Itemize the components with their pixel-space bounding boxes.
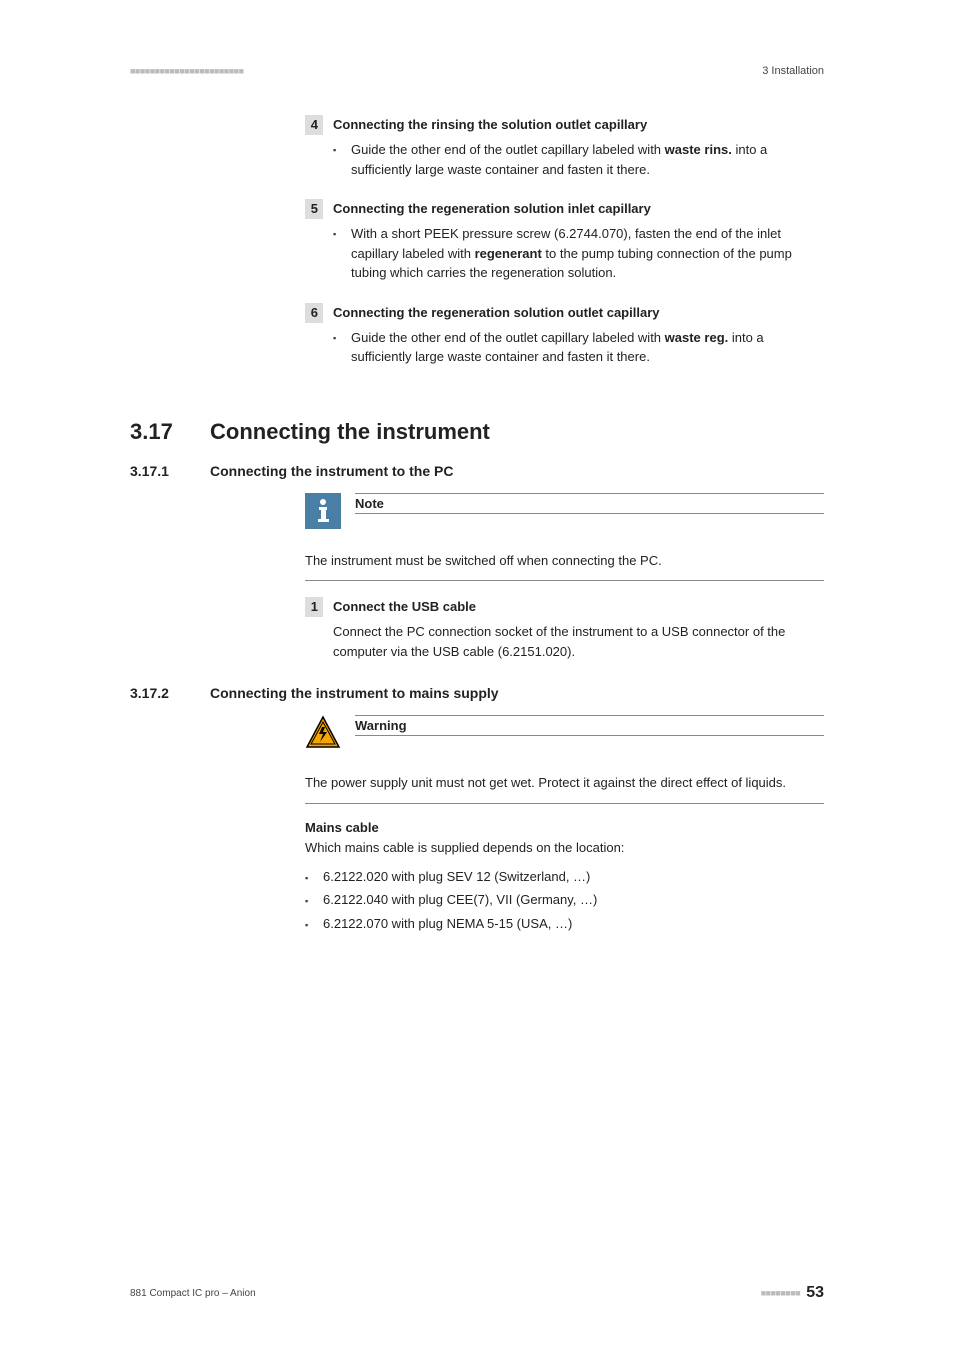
step-body: Connect the PC connection socket of the … (333, 622, 824, 661)
section-heading: 3.17 Connecting the instrument (130, 419, 824, 445)
step-number: 5 (305, 199, 323, 219)
header-section-label: 3 Installation (762, 65, 824, 77)
section-title: Connecting the instrument (210, 419, 490, 445)
subsection-heading-2: 3.17.2 Connecting the instrument to main… (130, 685, 824, 701)
step-number: 6 (305, 303, 323, 323)
step-number: 4 (305, 115, 323, 135)
step-body-item: Guide the other end of the outlet capill… (351, 140, 824, 179)
step-title: Connecting the regeneration solution inl… (333, 199, 651, 219)
warning-label: Warning (355, 715, 824, 736)
usb-step: 1 Connect the USB cable Connect the PC c… (305, 597, 824, 661)
mains-intro: Which mains cable is supplied depends on… (305, 838, 824, 858)
cable-item: 6.2122.020 with plug SEV 12 (Switzerland… (323, 865, 824, 888)
cable-item: 6.2122.070 with plug NEMA 5-15 (USA, …) (323, 912, 824, 935)
info-icon (305, 493, 341, 529)
step-body-item: Guide the other end of the outlet capill… (351, 328, 824, 367)
step-5: 5 Connecting the regeneration solution i… (305, 199, 824, 283)
page-number: 53 (806, 1284, 824, 1302)
cable-item: 6.2122.040 with plug CEE(7), VII (German… (323, 888, 824, 911)
section-number: 3.17 (130, 419, 210, 445)
note-body: The instrument must be switched off when… (305, 551, 824, 582)
footer-marks: ■■■■■■■■ (761, 1288, 801, 1298)
subsection-number: 3.17.2 (130, 685, 210, 701)
subsection-title: Connecting the instrument to the PC (210, 463, 453, 479)
step-4: 4 Connecting the rinsing the solution ou… (305, 115, 824, 179)
page-header: ■■■■■■■■■■■■■■■■■■■■■■■ 3 Installation (130, 65, 824, 77)
header-marks: ■■■■■■■■■■■■■■■■■■■■■■■ (130, 66, 244, 76)
subsection-number: 3.17.1 (130, 463, 210, 479)
subsection-heading-1: 3.17.1 Connecting the instrument to the … (130, 463, 824, 479)
step-body-item: With a short PEEK pressure screw (6.2744… (351, 224, 824, 283)
warning-icon (305, 715, 341, 751)
warning-callout: Warning The power supply unit must not g… (305, 715, 824, 804)
subsection-title: Connecting the instrument to mains suppl… (210, 685, 499, 701)
step-title: Connecting the rinsing the solution outl… (333, 115, 647, 135)
cable-list: 6.2122.020 with plug SEV 12 (Switzerland… (305, 865, 824, 935)
note-label: Note (355, 493, 824, 514)
footer-product: 881 Compact IC pro – Anion (130, 1288, 256, 1299)
step-6: 6 Connecting the regeneration solution o… (305, 303, 824, 367)
step-title: Connect the USB cable (333, 597, 476, 617)
mains-heading: Mains cable (305, 820, 824, 835)
step-number: 1 (305, 597, 323, 617)
page-footer: 881 Compact IC pro – Anion ■■■■■■■■ 53 (130, 1284, 824, 1302)
note-callout: Note The instrument must be switched off… (305, 493, 824, 582)
step-title: Connecting the regeneration solution out… (333, 303, 659, 323)
warning-body: The power supply unit must not get wet. … (305, 773, 824, 804)
